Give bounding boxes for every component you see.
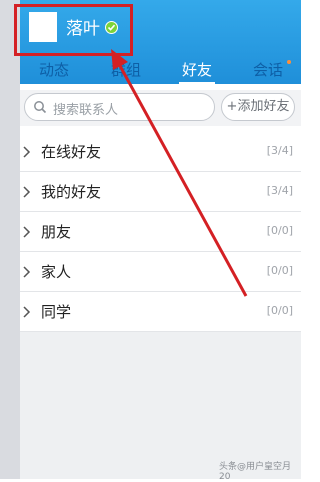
annotation-arrow [111, 49, 248, 297]
